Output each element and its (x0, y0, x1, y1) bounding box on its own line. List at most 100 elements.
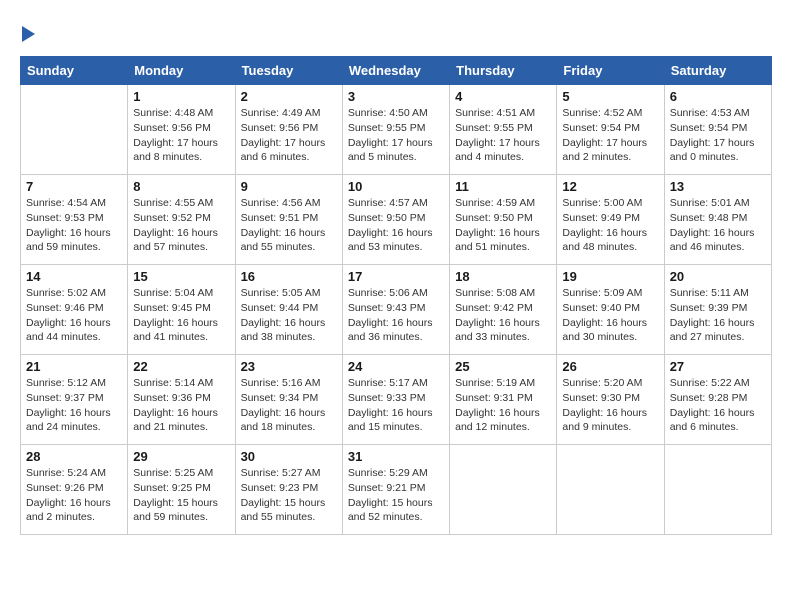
week-row-4: 21 Sunrise: 5:12 AM Sunset: 9:37 PM Dayli… (21, 355, 772, 445)
day-info: Sunrise: 4:56 AM Sunset: 9:51 PM Dayligh… (241, 196, 337, 255)
day-number: 23 (241, 359, 337, 374)
day-info: Sunrise: 5:09 AM Sunset: 9:40 PM Dayligh… (562, 286, 658, 345)
weekday-header-friday: Friday (557, 57, 664, 85)
weekday-header-row: SundayMondayTuesdayWednesdayThursdayFrid… (21, 57, 772, 85)
day-info: Sunrise: 5:17 AM Sunset: 9:33 PM Dayligh… (348, 376, 444, 435)
day-number: 29 (133, 449, 229, 464)
day-info: Sunrise: 5:19 AM Sunset: 9:31 PM Dayligh… (455, 376, 551, 435)
calendar-cell: 4Sunrise: 4:51 AM Sunset: 9:55 PM Daylig… (450, 85, 557, 175)
logo-general (20, 20, 35, 46)
day-info: Sunrise: 5:06 AM Sunset: 9:43 PM Dayligh… (348, 286, 444, 345)
day-number: 16 (241, 269, 337, 284)
day-number: 22 (133, 359, 229, 374)
day-number: 9 (241, 179, 337, 194)
day-number: 15 (133, 269, 229, 284)
day-number: 18 (455, 269, 551, 284)
calendar-cell: 13Sunrise: 5:01 AM Sunset: 9:48 PM Dayli… (664, 175, 771, 265)
calendar-cell: 16Sunrise: 5:05 AM Sunset: 9:44 PM Dayli… (235, 265, 342, 355)
day-number: 27 (670, 359, 766, 374)
calendar-cell: 7 Sunrise: 4:54 AM Sunset: 9:53 PM Daylig… (21, 175, 128, 265)
calendar-cell: 25 Sunrise: 5:19 AM Sunset: 9:31 PM Dayli… (450, 355, 557, 445)
day-number: 11 (455, 179, 551, 194)
day-info: Sunrise: 5:12 AM Sunset: 9:37 PM Dayligh… (26, 376, 122, 435)
weekday-header-sunday: Sunday (21, 57, 128, 85)
day-number: 13 (670, 179, 766, 194)
calendar-cell: 12 Sunrise: 5:00 AM Sunset: 9:49 PM Dayli… (557, 175, 664, 265)
day-number: 26 (562, 359, 658, 374)
day-info: Sunrise: 5:24 AM Sunset: 9:26 PM Dayligh… (26, 466, 122, 525)
week-row-2: 7 Sunrise: 4:54 AM Sunset: 9:53 PM Daylig… (21, 175, 772, 265)
day-info: Sunrise: 4:57 AM Sunset: 9:50 PM Dayligh… (348, 196, 444, 255)
calendar-cell: 8Sunrise: 4:55 AM Sunset: 9:52 PM Daylig… (128, 175, 235, 265)
calendar-cell: 5 Sunrise: 4:52 AM Sunset: 9:54 PM Daylig… (557, 85, 664, 175)
calendar-cell: 28 Sunrise: 5:24 AM Sunset: 9:26 PM Dayli… (21, 445, 128, 535)
day-info: Sunrise: 4:48 AM Sunset: 9:56 PM Dayligh… (133, 106, 229, 165)
day-number: 19 (562, 269, 658, 284)
week-row-3: 14 Sunrise: 5:02 AM Sunset: 9:46 PM Dayli… (21, 265, 772, 355)
calendar-cell: 22 Sunrise: 5:14 AM Sunset: 9:36 PM Dayli… (128, 355, 235, 445)
day-info: Sunrise: 4:59 AM Sunset: 9:50 PM Dayligh… (455, 196, 551, 255)
calendar-cell (557, 445, 664, 535)
day-info: Sunrise: 4:54 AM Sunset: 9:53 PM Dayligh… (26, 196, 122, 255)
day-info: Sunrise: 5:25 AM Sunset: 9:25 PM Dayligh… (133, 466, 229, 525)
calendar-cell: 17 Sunrise: 5:06 AM Sunset: 9:43 PM Dayli… (342, 265, 449, 355)
calendar-cell: 30Sunrise: 5:27 AM Sunset: 9:23 PM Dayli… (235, 445, 342, 535)
day-number: 1 (133, 89, 229, 104)
calendar-cell: 2Sunrise: 4:49 AM Sunset: 9:56 PM Daylig… (235, 85, 342, 175)
day-info: Sunrise: 5:14 AM Sunset: 9:36 PM Dayligh… (133, 376, 229, 435)
calendar-cell: 11 Sunrise: 4:59 AM Sunset: 9:50 PM Dayli… (450, 175, 557, 265)
calendar-cell (21, 85, 128, 175)
calendar-cell: 9 Sunrise: 4:56 AM Sunset: 9:51 PM Daylig… (235, 175, 342, 265)
calendar-cell: 27 Sunrise: 5:22 AM Sunset: 9:28 PM Dayli… (664, 355, 771, 445)
calendar-cell: 18Sunrise: 5:08 AM Sunset: 9:42 PM Dayli… (450, 265, 557, 355)
calendar-cell: 31Sunrise: 5:29 AM Sunset: 9:21 PM Dayli… (342, 445, 449, 535)
day-number: 7 (26, 179, 122, 194)
day-number: 24 (348, 359, 444, 374)
calendar-cell: 1 Sunrise: 4:48 AM Sunset: 9:56 PM Daylig… (128, 85, 235, 175)
day-info: Sunrise: 5:02 AM Sunset: 9:46 PM Dayligh… (26, 286, 122, 345)
day-info: Sunrise: 4:51 AM Sunset: 9:55 PM Dayligh… (455, 106, 551, 165)
day-number: 8 (133, 179, 229, 194)
calendar-cell: 20 Sunrise: 5:11 AM Sunset: 9:39 PM Dayli… (664, 265, 771, 355)
page-header (20, 20, 772, 46)
calendar-cell (450, 445, 557, 535)
logo (20, 20, 35, 46)
day-number: 6 (670, 89, 766, 104)
calendar-cell: 23 Sunrise: 5:16 AM Sunset: 9:34 PM Dayli… (235, 355, 342, 445)
day-number: 14 (26, 269, 122, 284)
calendar-cell: 10 Sunrise: 4:57 AM Sunset: 9:50 PM Dayli… (342, 175, 449, 265)
day-info: Sunrise: 5:11 AM Sunset: 9:39 PM Dayligh… (670, 286, 766, 345)
calendar-cell: 19 Sunrise: 5:09 AM Sunset: 9:40 PM Dayli… (557, 265, 664, 355)
day-info: Sunrise: 4:52 AM Sunset: 9:54 PM Dayligh… (562, 106, 658, 165)
day-number: 21 (26, 359, 122, 374)
calendar-cell: 24 Sunrise: 5:17 AM Sunset: 9:33 PM Dayli… (342, 355, 449, 445)
day-number: 10 (348, 179, 444, 194)
calendar-cell: 14 Sunrise: 5:02 AM Sunset: 9:46 PM Dayli… (21, 265, 128, 355)
day-number: 25 (455, 359, 551, 374)
day-number: 17 (348, 269, 444, 284)
calendar-cell: 6Sunrise: 4:53 AM Sunset: 9:54 PM Daylig… (664, 85, 771, 175)
calendar-cell: 21 Sunrise: 5:12 AM Sunset: 9:37 PM Dayli… (21, 355, 128, 445)
day-info: Sunrise: 5:04 AM Sunset: 9:45 PM Dayligh… (133, 286, 229, 345)
calendar-cell: 29 Sunrise: 5:25 AM Sunset: 9:25 PM Dayli… (128, 445, 235, 535)
day-number: 20 (670, 269, 766, 284)
day-info: Sunrise: 5:22 AM Sunset: 9:28 PM Dayligh… (670, 376, 766, 435)
calendar-cell: 15 Sunrise: 5:04 AM Sunset: 9:45 PM Dayli… (128, 265, 235, 355)
week-row-1: 1 Sunrise: 4:48 AM Sunset: 9:56 PM Daylig… (21, 85, 772, 175)
day-info: Sunrise: 5:16 AM Sunset: 9:34 PM Dayligh… (241, 376, 337, 435)
calendar-cell: 26 Sunrise: 5:20 AM Sunset: 9:30 PM Dayli… (557, 355, 664, 445)
day-info: Sunrise: 5:20 AM Sunset: 9:30 PM Dayligh… (562, 376, 658, 435)
day-number: 30 (241, 449, 337, 464)
calendar-cell: 3Sunrise: 4:50 AM Sunset: 9:55 PM Daylig… (342, 85, 449, 175)
weekday-header-thursday: Thursday (450, 57, 557, 85)
day-info: Sunrise: 5:29 AM Sunset: 9:21 PM Dayligh… (348, 466, 444, 525)
week-row-5: 28 Sunrise: 5:24 AM Sunset: 9:26 PM Dayli… (21, 445, 772, 535)
weekday-header-tuesday: Tuesday (235, 57, 342, 85)
day-number: 12 (562, 179, 658, 194)
day-number: 2 (241, 89, 337, 104)
calendar-cell (664, 445, 771, 535)
day-info: Sunrise: 5:00 AM Sunset: 9:49 PM Dayligh… (562, 196, 658, 255)
day-number: 3 (348, 89, 444, 104)
day-number: 28 (26, 449, 122, 464)
day-number: 5 (562, 89, 658, 104)
